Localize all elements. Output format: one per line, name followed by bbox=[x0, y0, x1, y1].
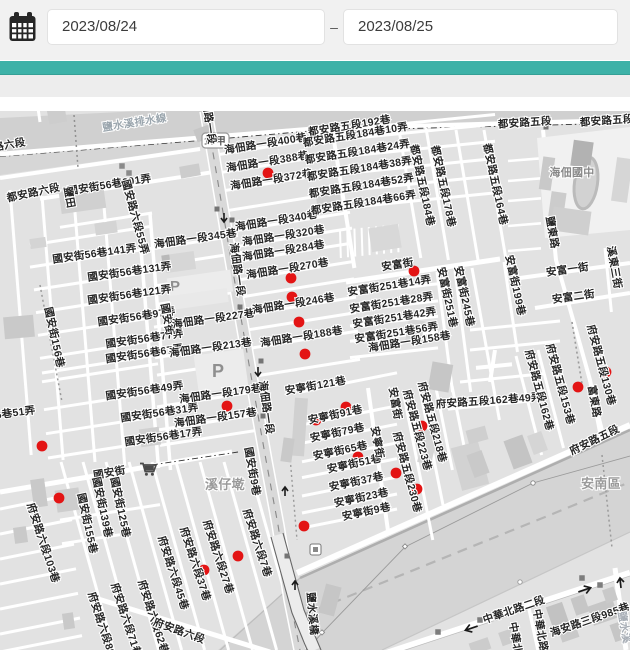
svg-text:海佃國中: 海佃國中 bbox=[549, 165, 594, 179]
svg-text:P: P bbox=[212, 361, 224, 381]
svg-text:溪仔墘: 溪仔墘 bbox=[205, 477, 245, 492]
svg-text:安南區: 安南區 bbox=[581, 476, 621, 491]
